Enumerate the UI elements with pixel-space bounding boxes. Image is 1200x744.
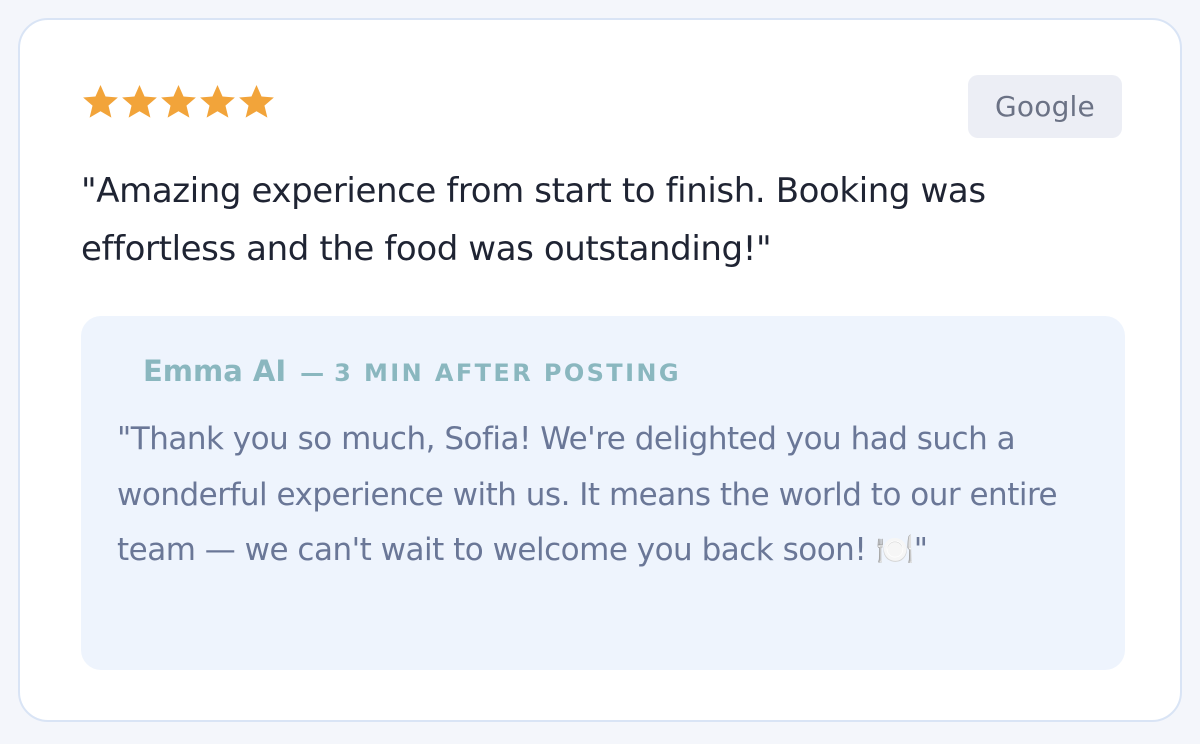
reply-author: Emma AI xyxy=(143,354,287,388)
reply-separator: — xyxy=(300,359,325,387)
star-icon xyxy=(83,84,118,118)
review-card: Google "Amazing experience from start to… xyxy=(18,18,1182,722)
reply-header: Emma AI — 3 MIN AFTER POSTING xyxy=(143,354,681,388)
star-icon xyxy=(200,84,235,118)
star-icon xyxy=(161,84,196,118)
review-text: "Amazing experience from start to finish… xyxy=(81,171,986,269)
star-rating xyxy=(81,82,276,122)
reply-text: "Thank you so much, Sofia! We're delight… xyxy=(117,421,1058,568)
star-icon xyxy=(122,84,157,118)
ai-reply: Emma AI — 3 MIN AFTER POSTING "Thank you… xyxy=(81,316,1125,670)
star-icon xyxy=(239,84,274,118)
source-badge: Google xyxy=(968,75,1122,138)
reply-timestamp: 3 MIN AFTER POSTING xyxy=(334,359,681,387)
